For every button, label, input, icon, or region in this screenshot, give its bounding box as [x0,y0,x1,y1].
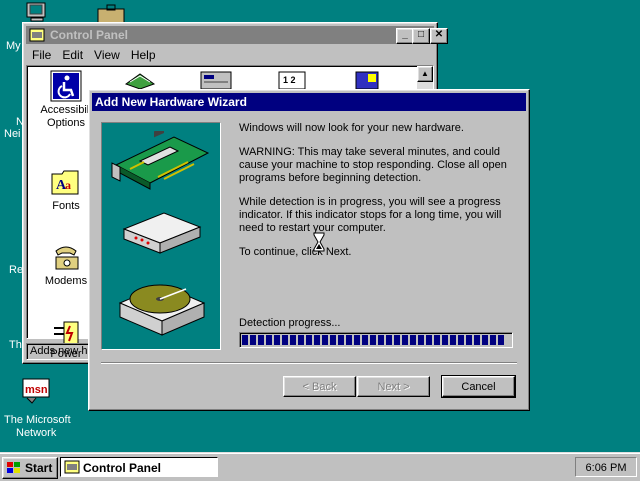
taskbar-item-control-panel[interactable]: Control Panel [60,457,218,477]
svg-text:1 2: 1 2 [283,75,296,85]
progress-block [282,335,288,345]
close-button[interactable]: ✕ [430,28,448,44]
divider [101,362,517,364]
accessibility-icon [50,70,82,102]
progress-block [474,335,480,345]
progress-block [418,335,424,345]
menu-help[interactable]: Help [125,45,161,62]
next-button[interactable]: Next > [357,376,430,397]
control-panel-icon [64,460,80,474]
desktop-icon-label: Re [9,264,24,276]
control-panel-title: Control Panel [50,28,129,42]
desktop-icon-label: My [6,40,21,52]
wizard-warning: WARNING: This may take several minutes, … [239,146,507,184]
progress-block [410,335,416,345]
progress-block [378,335,384,345]
progress-block [490,335,496,345]
msn-logo-icon: msn [22,378,50,404]
progress-block [274,335,280,345]
control-panel-icon [29,28,45,42]
svg-text:msn: msn [25,384,48,396]
modem-box-icon [122,212,202,254]
svg-text:a: a [65,178,71,192]
cancel-button[interactable]: Cancel [441,375,516,398]
progress-block [266,335,272,345]
detection-progress-bar [239,332,513,348]
progress-block [498,335,504,345]
progress-block [290,335,296,345]
progress-block [314,335,320,345]
taskbar: Start Control Panel 6:06 PM [0,452,640,481]
control-panel-titlebar[interactable]: Control Panel _ □ ✕ [26,26,448,44]
progress-block [338,335,344,345]
desktop-icon-label: Network [16,427,57,439]
date-time-icon[interactable]: 1 2 [277,70,307,90]
desktop-icon-label: The Microsoft [4,414,71,426]
power-plug-icon [54,321,79,345]
progress-label: Detection progress... [239,317,341,329]
menu-edit[interactable]: Edit [56,45,88,62]
wizard-paragraph: While detection is in progress, you will… [239,196,502,234]
progress-block [482,335,488,345]
clock[interactable]: 6:06 PM [575,457,637,477]
multimedia-icon[interactable] [199,70,233,90]
expansion-card-icon [111,131,210,190]
progress-block [394,335,400,345]
start-label: Start [25,461,53,475]
progress-block [370,335,376,345]
start-button[interactable]: Start [2,457,58,479]
back-button[interactable]: < Back [283,376,356,397]
scroll-up-arrow-icon[interactable]: ▲ [417,66,433,82]
wizard-message: Windows will now look for your new hardw… [239,122,514,270]
progress-block [466,335,472,345]
progress-block [330,335,336,345]
progress-block [450,335,456,345]
progress-block [322,335,328,345]
wizard-paragraph: To continue, click Next. [239,246,352,258]
progress-fill [242,335,504,345]
maximize-button[interactable]: □ [412,28,430,44]
briefcase-icon[interactable] [96,4,126,24]
progress-block [434,335,440,345]
wizard-paragraph: Windows will now look for your new hardw… [239,122,464,134]
progress-block [362,335,368,345]
hourglass-cursor-icon [313,232,325,252]
progress-block [250,335,256,345]
progress-block [346,335,352,345]
desktop-icon-label: Th [9,339,22,351]
fonts-folder-icon: A a [51,170,79,195]
taskbar-item-label: Control Panel [83,461,162,475]
progress-block [386,335,392,345]
progress-block [458,335,464,345]
wizard-illustration [101,122,221,350]
disk-drive-icon [118,284,206,336]
progress-block [258,335,264,345]
desktop-icon-label: Nei [4,128,21,140]
menu-bar: File Edit View Help [26,45,434,64]
progress-block [354,335,360,345]
menu-view[interactable]: View [88,45,125,62]
modem-phone-icon [55,246,79,270]
progress-block [442,335,448,345]
add-hardware-wizard-dialog[interactable]: Add New Hardware Wizard Windows will now… [88,89,530,411]
display-icon[interactable] [122,70,158,90]
network-icon[interactable] [352,70,382,90]
wizard-titlebar[interactable]: Add New Hardware Wizard [92,93,526,111]
progress-block [306,335,312,345]
progress-block [402,335,408,345]
progress-block [242,335,248,345]
menu-file[interactable]: File [26,45,56,62]
progress-block [298,335,304,345]
windows-logo-icon [7,462,20,473]
computer-icon [26,2,46,22]
progress-block [426,335,432,345]
